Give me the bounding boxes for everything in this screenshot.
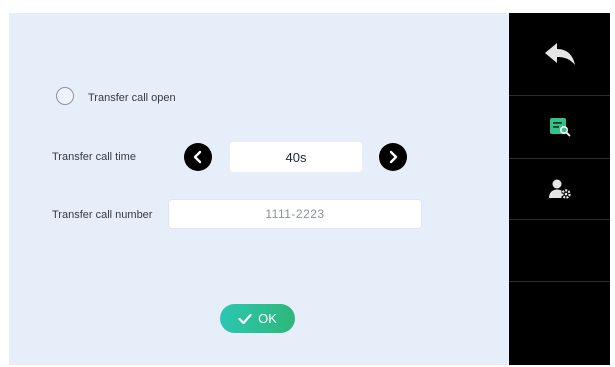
chevron-left-icon [193,150,202,164]
back-icon [544,43,575,65]
transfer-time-value: 40s [230,142,362,172]
record-search-icon [549,118,570,137]
transfer-number-input[interactable]: 1111-2223 [168,199,422,229]
chevron-right-icon [389,150,398,164]
ok-button[interactable]: OK [220,304,295,333]
transfer-open-label: Transfer call open [88,92,176,104]
decrease-time-button[interactable] [184,143,212,171]
user-settings-icon [548,179,571,199]
increase-time-button[interactable] [379,143,407,171]
ok-label: OK [258,311,277,326]
sidebar-item-records[interactable] [509,96,610,158]
transfer-time-label: Transfer call time [52,151,136,163]
transfer-open-radio[interactable] [56,87,74,105]
transfer-number-label: Transfer call number [52,209,153,221]
sidebar-item-user-settings[interactable] [509,159,610,219]
sidebar [509,13,610,365]
back-button[interactable] [509,13,610,95]
check-icon [238,313,252,324]
